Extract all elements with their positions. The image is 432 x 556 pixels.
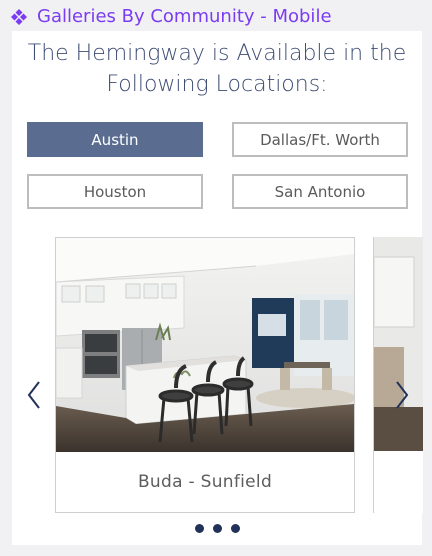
location-button-san-antonio[interactable]: San Antonio — [232, 174, 408, 209]
location-button-austin[interactable]: Austin — [27, 122, 203, 157]
location-button-dallas-ft-worth[interactable]: Dallas/Ft. Worth — [232, 122, 408, 157]
community-card[interactable]: Buda - Sunfield — [55, 237, 355, 513]
pagination-dot-2[interactable] — [212, 524, 222, 533]
pagination-dot-1[interactable] — [194, 524, 204, 533]
gallery-panel: The Hemingway is Available in the Follow… — [12, 31, 423, 545]
carousel-pagination — [12, 524, 422, 536]
component-diamond-icon — [10, 8, 28, 26]
location-button-houston[interactable]: Houston — [27, 174, 203, 209]
component-label-text: Galleries By Community - Mobile — [37, 6, 332, 27]
kitchen-dining-interior-photo — [56, 238, 354, 452]
chevron-right-icon — [396, 381, 409, 409]
chevron-left-icon — [27, 381, 40, 409]
gallery-title: The Hemingway is Available in the Follow… — [27, 41, 407, 97]
pagination-dot-3[interactable] — [230, 524, 240, 533]
component-label: Galleries By Community - Mobile — [10, 4, 332, 30]
carousel-prev-button[interactable] — [22, 375, 46, 415]
carousel-next-button[interactable] — [390, 375, 414, 415]
card-caption: Buda - Sunfield — [137, 472, 273, 492]
